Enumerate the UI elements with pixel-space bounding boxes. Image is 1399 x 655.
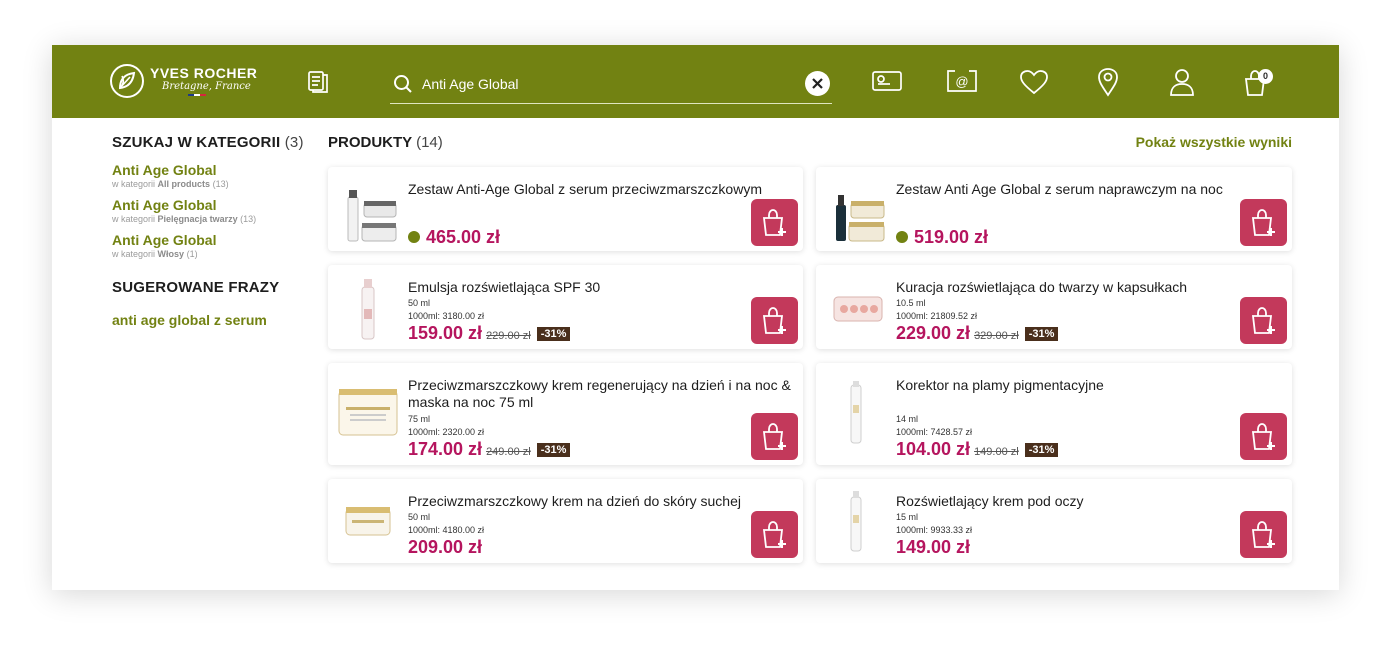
header: YVES ROCHER Bretagne, France Anti Age Gl… xyxy=(52,45,1339,118)
product-name[interactable]: Korektor na plamy pigmentacyjne xyxy=(896,377,1286,394)
add-to-cart-button[interactable] xyxy=(751,199,798,246)
add-to-cart-button[interactable] xyxy=(751,413,798,460)
product-price: 174.00 zł 249.00 zł -31% xyxy=(408,439,571,460)
product-price: 159.00 zł 229.00 zł -31% xyxy=(408,323,571,344)
close-icon xyxy=(812,78,823,89)
add-to-cart-icon xyxy=(762,423,786,450)
add-to-cart-button[interactable] xyxy=(751,297,798,344)
location-icon[interactable] xyxy=(1097,67,1119,102)
product-image xyxy=(824,487,888,560)
discount-badge: -31% xyxy=(536,443,571,457)
search-bar xyxy=(390,65,832,104)
product-price: 229.00 zł 329.00 zł -31% xyxy=(896,323,1059,344)
old-price: 249.00 zł xyxy=(486,446,531,458)
product-name[interactable]: Przeciwzmarszczkowy krem na dzień do skó… xyxy=(408,493,798,510)
category-suggestion[interactable]: Anti Age Global w kategorii Pielęgnacja … xyxy=(112,197,317,224)
gift-card-icon[interactable] xyxy=(872,70,902,97)
add-to-cart-icon xyxy=(762,307,786,334)
add-to-cart-button[interactable] xyxy=(1240,413,1287,460)
product-unit-price: 1000ml: 7428.57 zł xyxy=(896,427,973,437)
category-suggestion[interactable]: Anti Age Global w kategorii Włosy (1) xyxy=(112,232,317,259)
old-price: 329.00 zł xyxy=(974,330,1019,342)
product-unit-price: 1000ml: 3180.00 zł xyxy=(408,311,485,321)
product-price: 519.00 zł xyxy=(896,227,988,248)
email-icon[interactable]: @ xyxy=(947,69,977,98)
logo-brand: YVES ROCHER xyxy=(150,65,258,81)
product-card[interactable]: Zestaw Anti Age Global z serum naprawczy… xyxy=(816,167,1292,251)
product-unit-price: 1000ml: 9933.33 zł xyxy=(896,525,973,535)
phrases-title: SUGEROWANE FRAZY xyxy=(112,279,280,296)
product-volume: 10.5 ml xyxy=(896,298,926,308)
product-unit-price: 1000ml: 4180.00 zł xyxy=(408,525,485,535)
discount-badge: -31% xyxy=(1024,443,1059,457)
discount-badge: -31% xyxy=(536,327,571,341)
product-price: 149.00 zł xyxy=(896,537,971,557)
clear-search-button[interactable] xyxy=(805,71,830,96)
product-image xyxy=(824,273,888,346)
add-to-cart-icon xyxy=(1251,521,1275,548)
product-volume: 50 ml xyxy=(408,512,431,522)
old-price: 149.00 zł xyxy=(974,446,1019,458)
user-icon[interactable] xyxy=(1169,68,1195,101)
add-to-cart-icon xyxy=(1251,209,1275,236)
product-card[interactable]: Emulsja rozświetlająca SPF 30 50 ml 1000… xyxy=(328,265,803,349)
french-flag xyxy=(188,94,257,96)
search-icon[interactable] xyxy=(393,74,413,99)
products-title: PRODUKTY (14) xyxy=(328,134,443,151)
cart-count-badge: 0 xyxy=(1258,69,1273,84)
categories-title: SZUKAJ W KATEGORII (3) xyxy=(112,134,304,151)
product-unit-price: 1000ml: 21809.52 zł xyxy=(896,311,978,321)
product-image xyxy=(336,487,400,560)
add-to-cart-icon xyxy=(762,521,786,548)
product-card[interactable]: Przeciwzmarszczkowy krem na dzień do skó… xyxy=(328,479,803,563)
product-image xyxy=(336,379,400,452)
product-image xyxy=(336,273,400,346)
leaf-logo-icon xyxy=(110,64,144,98)
product-volume: 15 ml xyxy=(896,512,919,522)
product-name[interactable]: Emulsja rozświetlająca SPF 30 xyxy=(408,279,798,296)
product-name[interactable]: Przeciwzmarszczkowy krem regenerujący na… xyxy=(408,377,798,411)
product-volume: 50 ml xyxy=(408,298,431,308)
availability-dot xyxy=(408,231,420,243)
search-input[interactable] xyxy=(422,73,792,95)
add-to-cart-button[interactable] xyxy=(1240,511,1287,558)
old-price: 229.00 zł xyxy=(486,330,531,342)
product-card[interactable]: Kuracja rozświetlająca do twarzy w kapsu… xyxy=(816,265,1292,349)
product-card[interactable]: Rozświetlający krem pod oczy 15 ml 1000m… xyxy=(816,479,1292,563)
product-image xyxy=(824,175,888,248)
add-to-cart-button[interactable] xyxy=(1240,199,1287,246)
product-unit-price: 1000ml: 2320.00 zł xyxy=(408,427,485,437)
product-name[interactable]: Zestaw Anti Age Global z serum naprawczy… xyxy=(896,181,1286,198)
discount-badge: -31% xyxy=(1024,327,1059,341)
product-image xyxy=(336,175,400,248)
product-card[interactable]: Korektor na plamy pigmentacyjne 14 ml 10… xyxy=(816,363,1292,465)
product-price: 209.00 zł xyxy=(408,537,483,557)
product-volume: 75 ml xyxy=(408,414,431,424)
product-image xyxy=(824,379,888,452)
product-price: 104.00 zł 149.00 zł -31% xyxy=(896,439,1059,460)
availability-dot xyxy=(896,231,908,243)
add-to-cart-icon xyxy=(1251,307,1275,334)
show-all-results-link[interactable]: Pokaż wszystkie wyniki xyxy=(1112,134,1292,150)
product-name[interactable]: Zestaw Anti-Age Global z serum przeciwzm… xyxy=(408,181,798,198)
add-to-cart-button[interactable] xyxy=(1240,297,1287,344)
add-to-cart-icon xyxy=(762,209,786,236)
heart-icon[interactable] xyxy=(1019,69,1049,100)
sidebar: SZUKAJ W KATEGORII (3) Anti Age Global w… xyxy=(112,134,317,328)
product-name[interactable]: Kuracja rozświetlająca do twarzy w kapsu… xyxy=(896,279,1286,296)
product-card[interactable]: Zestaw Anti-Age Global z serum przeciwzm… xyxy=(328,167,803,251)
suggested-phrase[interactable]: anti age global z serum xyxy=(112,312,317,328)
product-volume: 14 ml xyxy=(896,414,919,424)
add-to-cart-icon xyxy=(1251,423,1275,450)
logo[interactable]: YVES ROCHER Bretagne, France xyxy=(110,64,257,98)
add-to-cart-button[interactable] xyxy=(751,511,798,558)
product-price: 465.00 zł xyxy=(408,227,500,248)
search-overlay: YVES ROCHER Bretagne, France Anti Age Gl… xyxy=(52,45,1339,590)
product-name[interactable]: Rozświetlający krem pod oczy xyxy=(896,493,1286,510)
category-suggestion[interactable]: Anti Age Global w kategorii All products… xyxy=(112,162,317,189)
svg-text:@: @ xyxy=(955,74,968,89)
catalog-icon[interactable] xyxy=(306,69,332,100)
product-card[interactable]: Przeciwzmarszczkowy krem regenerujący na… xyxy=(328,363,803,465)
logo-tagline: Bretagne, France xyxy=(162,81,251,92)
